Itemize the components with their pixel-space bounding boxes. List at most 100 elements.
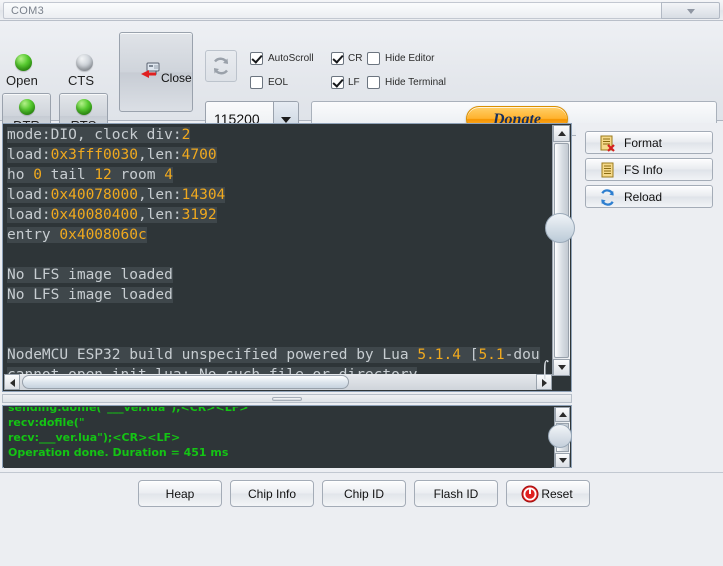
autoscroll-checkbox[interactable]	[250, 52, 263, 65]
scroll-down-button[interactable]	[553, 359, 570, 376]
refresh-ports-button[interactable]	[205, 50, 237, 82]
terminal-panel: mode:DIO, clock div:2 load:0x3fff0030,len…	[2, 123, 572, 392]
log-scroll-content: sending:dofile("___ver.lua");<CR><LF>rec…	[4, 407, 552, 460]
rts-led	[76, 99, 92, 115]
terminal-line: No LFS image loaded	[4, 285, 552, 305]
log-line: recv:___ver.lua");<CR><LF>	[8, 431, 181, 444]
terminal-line: NodeMCU ESP32 build unspecified powered …	[4, 345, 552, 365]
refresh-circular-icon	[601, 189, 614, 206]
open-led-label: Open	[6, 73, 38, 88]
chip-id-button[interactable]: Chip ID	[322, 480, 406, 507]
connection-toolbar: Open CTS DTR RTS Close	[0, 21, 723, 137]
status-area	[0, 514, 723, 566]
terminal-line-text: ho 0 tail 12 room 4	[7, 167, 173, 183]
splitter-grip[interactable]	[272, 397, 302, 401]
filesystem-actions-panel: Format FS Info Reload	[576, 123, 722, 468]
chevron-down-icon	[281, 116, 291, 123]
flash-id-button-label: Flash ID	[433, 487, 479, 501]
reload-button-label: Reload	[624, 190, 663, 204]
terminal-line: entry 0x4008060c	[4, 225, 552, 245]
hide-editor-label: Hide Editor	[385, 53, 435, 64]
log-mouse-cursor-overlay	[548, 424, 572, 448]
terminal-line-text: entry 0x4008060c	[7, 227, 147, 243]
heap-button-label: Heap	[165, 487, 195, 501]
terminal-line: mode:DIO, clock div:2	[4, 125, 552, 145]
format-button[interactable]: Format	[585, 131, 713, 154]
log-output[interactable]: sending:dofile("___ver.lua");<CR><LF>rec…	[4, 407, 552, 468]
open-led	[15, 54, 32, 71]
terminal-line-text: mode:DIO, clock div:2	[7, 127, 191, 143]
terminal-line-text: load:0x3fff0030,len:4700	[7, 147, 217, 163]
log-scroll-down-button[interactable]	[555, 453, 570, 468]
scroll-up-button[interactable]	[553, 125, 570, 142]
terminal-line: load:0x3fff0030,len:4700	[4, 145, 552, 165]
lf-checkbox[interactable]	[331, 76, 344, 89]
terminal-line-text: load:0x40080400,len:3192	[7, 207, 217, 223]
mouse-cursor-overlay	[545, 213, 575, 243]
horizontal-scroll-thumb[interactable]	[22, 375, 349, 389]
port-combobox[interactable]: COM3	[3, 2, 661, 19]
terminal-vertical-scrollbar[interactable]	[552, 125, 570, 376]
disconnect-plug-icon	[141, 62, 160, 78]
log-line: sending:dofile("___ver.lua");<CR><LF>	[8, 407, 249, 414]
arrow-down-icon	[559, 458, 567, 463]
log-panel: sending:dofile("___ver.lua");<CR><LF>rec…	[2, 405, 572, 468]
arrow-up-icon	[559, 412, 567, 417]
hide-terminal-checkbox[interactable]	[367, 76, 380, 89]
chip-info-button[interactable]: Chip Info	[230, 480, 314, 507]
fs-info-button[interactable]: FS Info	[585, 158, 713, 181]
format-button-label: Format	[624, 136, 663, 150]
port-dropdown-button[interactable]	[661, 2, 720, 19]
log-line: recv:dofile("	[8, 416, 85, 429]
cts-led	[76, 54, 93, 71]
arrow-down-icon	[558, 365, 566, 370]
terminal-output[interactable]: mode:DIO, clock div:2 load:0x3fff0030,len…	[4, 125, 552, 376]
cr-checkbox[interactable]	[331, 52, 344, 65]
vertical-scroll-thumb[interactable]	[554, 143, 569, 358]
port-label: COM3	[11, 5, 44, 17]
terminal-line: load:0x40080400,len:3192	[4, 205, 552, 225]
terminal-line-text: load:0x40078000,len:14304	[7, 187, 226, 203]
device-actions-bar: Heap Chip Info Chip ID Flash ID Reset	[0, 472, 723, 514]
log-scroll-up-button[interactable]	[555, 407, 570, 422]
lf-label: LF	[348, 77, 360, 88]
eol-label: EOL	[268, 77, 289, 88]
autoscroll-label: AutoScroll	[268, 53, 314, 64]
refresh-icon	[213, 57, 229, 75]
hide-editor-checkbox[interactable]	[367, 52, 380, 65]
terminal-line-text: No LFS image loaded	[7, 267, 173, 283]
chevron-down-icon	[686, 8, 695, 14]
eol-checkbox[interactable]	[250, 76, 263, 89]
text-ibeam-cursor: ⌠	[540, 360, 550, 379]
close-connection-button[interactable]: Close	[119, 32, 193, 112]
chip-info-button-label: Chip Info	[247, 487, 297, 501]
scroll-left-button[interactable]	[4, 374, 20, 390]
cts-led-label: CTS	[68, 73, 94, 88]
log-line: Operation done. Duration = 451 ms	[8, 446, 229, 459]
heap-button[interactable]: Heap	[138, 480, 222, 507]
terminal-line: load:0x40078000,len:14304	[4, 185, 552, 205]
arrow-left-icon	[10, 379, 15, 387]
arrow-up-icon	[558, 131, 566, 136]
flash-id-button[interactable]: Flash ID	[414, 480, 498, 507]
terminal-line: ho 0 tail 12 room 4	[4, 165, 552, 185]
cr-label: CR	[348, 53, 363, 64]
reset-button[interactable]: Reset	[506, 480, 590, 507]
arrow-right-icon	[542, 379, 547, 387]
document-delete-icon	[600, 135, 615, 152]
fs-info-button-label: FS Info	[624, 163, 663, 177]
terminal-line: No LFS image loaded	[4, 265, 552, 285]
esplorer-window: COM3 Open CTS DTR RTS	[0, 0, 723, 566]
close-button-label: Close	[161, 71, 192, 85]
hide-terminal-label: Hide Terminal	[385, 77, 446, 88]
dtr-led	[19, 99, 35, 115]
port-selector-bar: COM3	[0, 0, 723, 21]
panel-splitter[interactable]	[2, 394, 572, 403]
chip-id-button-label: Chip ID	[343, 487, 384, 501]
reload-button[interactable]: Reload	[585, 185, 713, 208]
document-info-icon	[601, 162, 614, 178]
terminal-horizontal-scrollbar[interactable]	[4, 374, 552, 390]
